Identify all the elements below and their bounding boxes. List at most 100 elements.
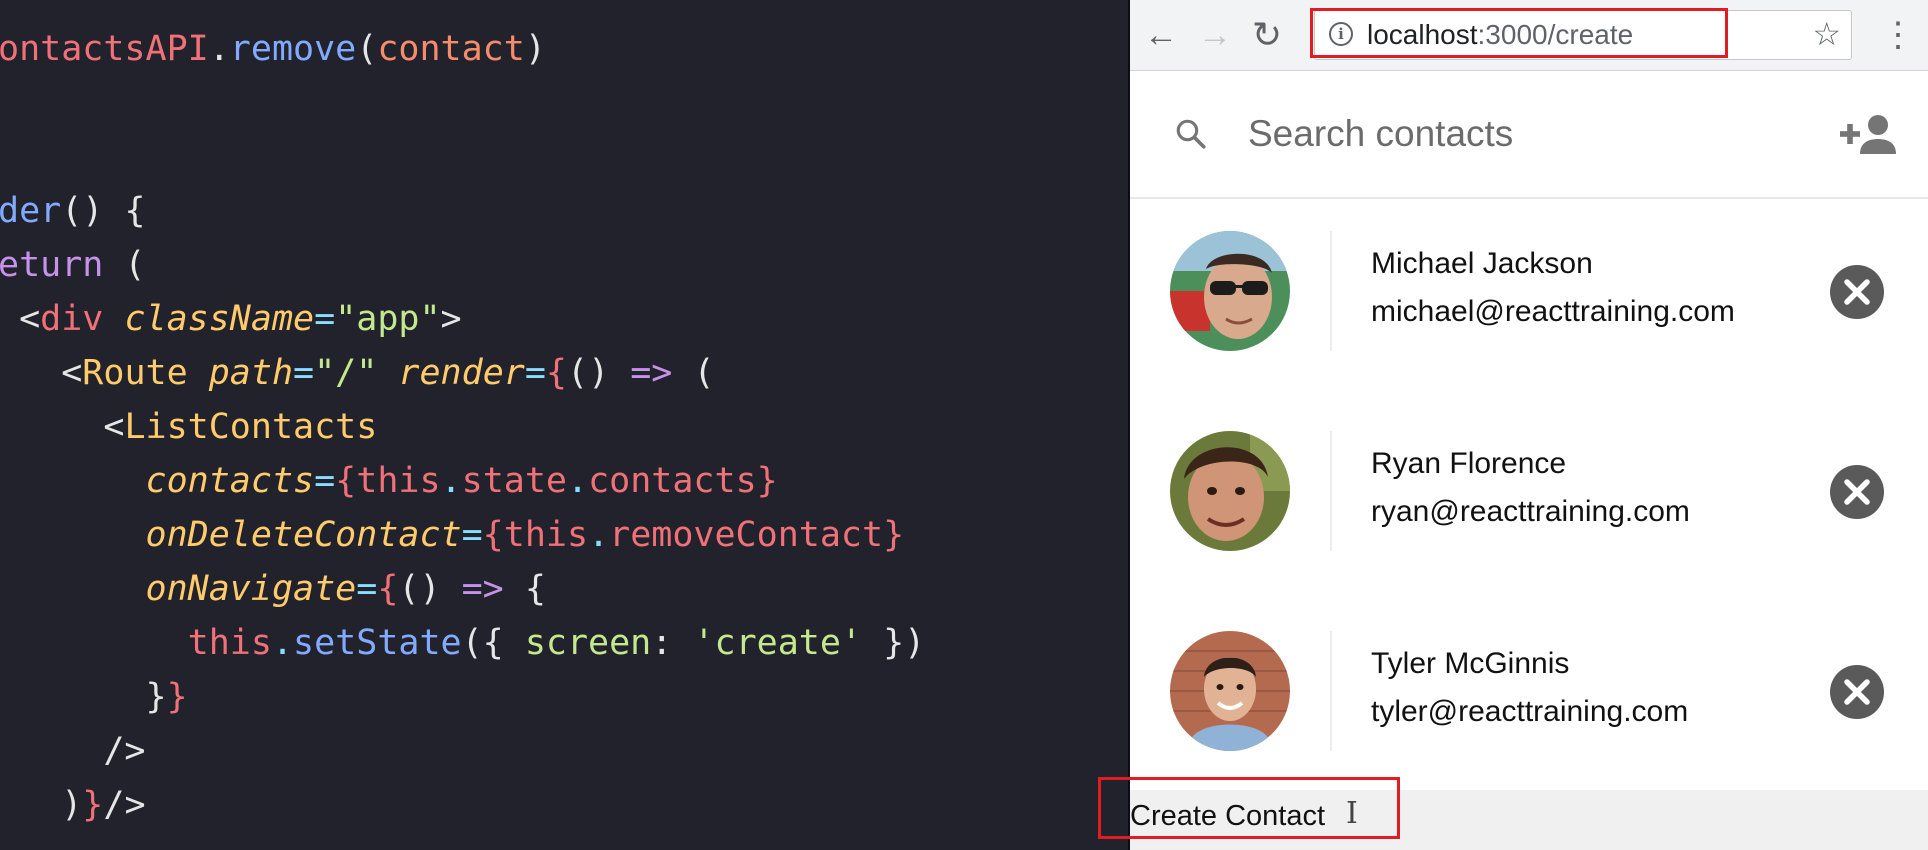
code-token: = [293,353,315,393]
code-token: state [461,461,567,501]
reload-icon[interactable]: ↻ [1244,12,1290,58]
code-token: } [0,677,167,717]
code-line: eturn ( [0,238,146,292]
code-token: eturn [0,245,104,285]
code-line: }} [0,670,188,724]
search-bar [1130,71,1928,199]
code-token: . [588,515,610,555]
remove-contact-icon[interactable] [1830,465,1884,519]
remove-contact-icon[interactable] [1830,265,1884,319]
browser-window: ← → ↻ i localhost:3000/create ☆ ⋮ Search… [1128,0,1928,850]
code-token: ) [524,29,546,69]
create-contact-link[interactable]: Create Contact [1130,800,1325,833]
code-token: < [0,353,83,393]
contact-name: Ryan Florence [1371,447,1567,480]
contact-item: Ryan Florence ryan@reacttraining.com [1130,399,1928,599]
code-token: () { [61,191,146,231]
contact-item: Tyler McGinnis tyler@reacttraining.com [1130,599,1928,799]
divider [1330,231,1332,351]
code-token: = [524,353,546,393]
url-text[interactable]: localhost:3000/create [1367,19,1633,51]
avatar [1170,231,1290,351]
code-token: > [440,299,462,339]
code-token: onNavigate [145,569,357,609]
code-token: contact [377,29,525,69]
code-token: der [0,191,62,231]
code-token: { [377,569,399,609]
code-token: { [545,353,567,393]
info-icon[interactable]: i [1329,22,1353,46]
code-token: contacts [145,461,315,501]
search-icon [1176,119,1206,149]
code-line: der() { [0,184,146,238]
code-token: < [0,299,41,339]
code-token: ( [672,353,715,393]
code-token: ( [103,245,146,285]
code-token: } [756,461,778,501]
code-token: : [651,623,694,663]
code-line: this.setState({ screen: 'create' }) [0,616,926,670]
code-token: . [566,461,589,501]
code-token: this [503,515,589,555]
code-token: => [461,569,504,609]
code-token: } [166,677,188,717]
contact-name: Tyler McGinnis [1371,647,1570,680]
code-token: removeContact [609,515,884,555]
url-host: localhost [1367,19,1478,50]
code-line: <div className="app"> [0,292,462,346]
code-token: 'create' [693,623,862,663]
code-token: }) [862,623,926,663]
forward-arrow-icon[interactable]: → [1192,12,1238,58]
code-token: contacts [588,461,757,501]
menu-dots-icon[interactable]: ⋮ [1880,12,1916,58]
divider [1330,631,1332,751]
code-token: } [883,515,905,555]
code-editor[interactable]: ontactsAPI.remove(contact) der() {eturn (… [0,0,1128,850]
code-line: onDeleteContact={this.removeContact} [0,508,905,562]
contact-item: Michael Jackson michael@reacttraining.co… [1130,199,1928,399]
add-contact-icon[interactable] [1838,109,1898,159]
star-icon[interactable]: ☆ [1812,15,1841,53]
code-token: this [356,461,441,501]
search-input[interactable] [1248,107,1808,161]
code-line: onNavigate={() => { [0,562,546,616]
code-token: this [187,623,272,663]
avatar [1170,631,1290,751]
contact-name: Michael Jackson [1371,247,1593,280]
code-token: { [335,461,357,501]
contact-email: michael@reacttraining.com [1371,295,1735,328]
footer: Create Contact I [1130,790,1928,850]
code-token: ListContacts [124,407,378,447]
back-arrow-icon[interactable]: ← [1138,12,1184,58]
text-cursor-icon: I [1346,796,1358,831]
address-bar[interactable]: i localhost:3000/create ☆ [1314,10,1852,60]
code-line: <ListContacts [0,400,377,454]
avatar [1170,431,1290,551]
contact-email: ryan@reacttraining.com [1371,495,1690,528]
code-token: /> [0,731,146,771]
code-token: ( [356,29,378,69]
code-line: <Route path="/" render={() => ( [0,346,715,400]
code-token: ontactsAPI [0,29,209,69]
divider [1330,431,1332,551]
code-token: = [461,515,483,555]
code-token: . [271,623,294,663]
code-line: contacts={this.state.contacts} [0,454,778,508]
code-token: div [40,299,104,339]
code-token: "/" [314,353,378,393]
code-line: /> [0,724,146,778]
code-token: => [630,353,673,393]
code-token: "app" [335,299,441,339]
code-token: < [0,407,125,447]
url-path: :3000/create [1477,19,1634,50]
code-token: ) [0,785,83,825]
code-token: = [314,461,336,501]
code-token: . [208,29,230,69]
remove-contact-icon[interactable] [1830,665,1884,719]
code-token: onDeleteContact [145,515,462,555]
